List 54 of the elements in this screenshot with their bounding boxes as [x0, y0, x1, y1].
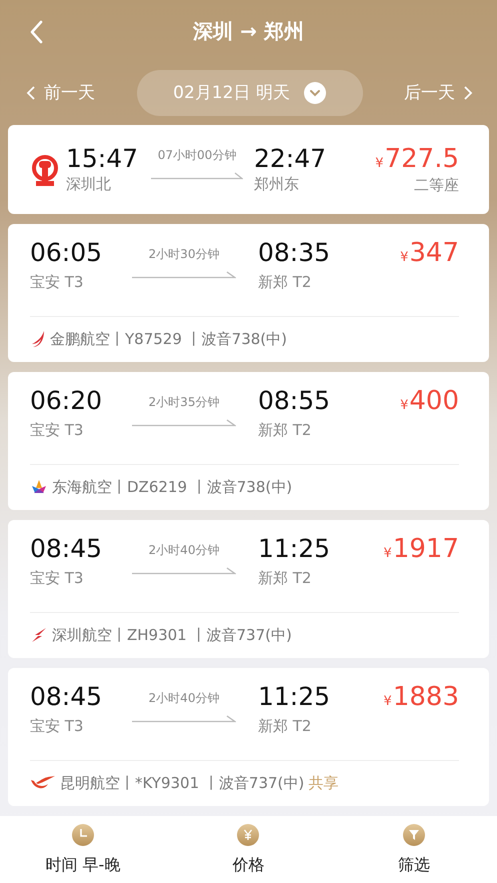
- arrival-time: 08:35: [258, 238, 332, 267]
- flight-info: 深圳航空丨ZH9301 丨波音737(中): [52, 626, 292, 645]
- filter-button[interactable]: 筛选: [354, 822, 474, 876]
- seat-class: 二等座: [414, 176, 459, 195]
- arrival-station: 郑州东: [254, 175, 300, 194]
- duration: 2小时35分钟: [148, 394, 220, 411]
- duration: 2小时30分钟: [148, 246, 220, 263]
- duration: 2小时40分钟: [148, 542, 220, 559]
- back-icon[interactable]: [29, 20, 43, 44]
- departure-airport: 宝安 T3: [30, 568, 84, 588]
- duration: 2小时40分钟: [148, 690, 220, 707]
- yen-icon: [236, 822, 260, 847]
- flight-info: 昆明航空丨*KY9301 丨波音737(中): [60, 774, 304, 793]
- flight-card[interactable]: 06:20 宝安 T3 2小时35分钟 08:55 新郑 T2 ¥400 东海航空丨DZ6219 丨波音738(中): [8, 372, 489, 510]
- price: ¥347: [400, 238, 459, 268]
- departure-time: 08:45: [30, 682, 104, 711]
- departure-time: 15:47: [66, 144, 140, 174]
- codeshare-label: 共享: [308, 774, 338, 793]
- flight-card[interactable]: 08:45 宝安 T3 2小时40分钟 11:25 新郑 T2 ¥1883 昆明航空丨*KY9301 丨波音737(中) 共享: [8, 668, 489, 806]
- flight-card[interactable]: 06:05 宝安 T3 2小时30分钟 08:35 新郑 T2 ¥347 金鹏航空丨Y87529 丨波音738(中): [8, 224, 489, 362]
- price: ¥727.5: [375, 144, 459, 174]
- price-sort-button[interactable]: 价格: [188, 822, 308, 876]
- departure-time: 06:05: [30, 238, 104, 267]
- duration: 07小时00分钟: [158, 146, 236, 164]
- train-card[interactable]: 15:47 深圳北 07小时00分钟 22:47 郑州东 ¥727.5 二等座: [8, 124, 489, 214]
- arrival-airport: 新郑 T2: [258, 272, 312, 292]
- railway-logo-icon: [30, 155, 60, 188]
- arrival-airport: 新郑 T2: [258, 716, 312, 736]
- arrival-time: 22:47: [254, 144, 328, 174]
- departure-airport: 宝安 T3: [30, 420, 84, 440]
- clock-icon: [70, 822, 95, 847]
- departure-time: 06:20: [30, 386, 104, 415]
- price: ¥1883: [384, 682, 459, 712]
- arrival-time: 08:55: [258, 386, 332, 415]
- departure-airport: 宝安 T3: [30, 716, 84, 736]
- departure-airport: 宝安 T3: [30, 272, 84, 292]
- arrival-time: 11:25: [258, 682, 332, 711]
- departure-time: 08:45: [30, 534, 104, 563]
- route-title: 深圳 → 郑州: [193, 18, 304, 46]
- arrival-airport: 新郑 T2: [258, 420, 312, 440]
- price: ¥400: [400, 386, 459, 416]
- departure-station: 深圳北: [66, 175, 112, 194]
- flight-info: 金鹏航空丨Y87529 丨波音738(中): [50, 330, 287, 349]
- chevron-right-icon: [463, 84, 473, 101]
- wing-logo-icon: [30, 330, 46, 348]
- filter-icon: [402, 822, 426, 847]
- arrival-airport: 新郑 T2: [258, 568, 312, 588]
- arrival-time: 11:25: [258, 534, 332, 563]
- flight-info: 东海航空丨DZ6219 丨波音738(中): [52, 478, 292, 497]
- chevron-left-icon: [26, 84, 36, 101]
- price: ¥1917: [384, 534, 459, 564]
- flight-card[interactable]: 08:45 宝安 T3 2小时40分钟 11:25 新郑 T2 ¥1917 深圳航空丨ZH9301 丨波音737(中): [8, 520, 489, 658]
- time-sort-button[interactable]: 时间 早-晚: [22, 822, 143, 876]
- dropdown-icon: [304, 82, 326, 104]
